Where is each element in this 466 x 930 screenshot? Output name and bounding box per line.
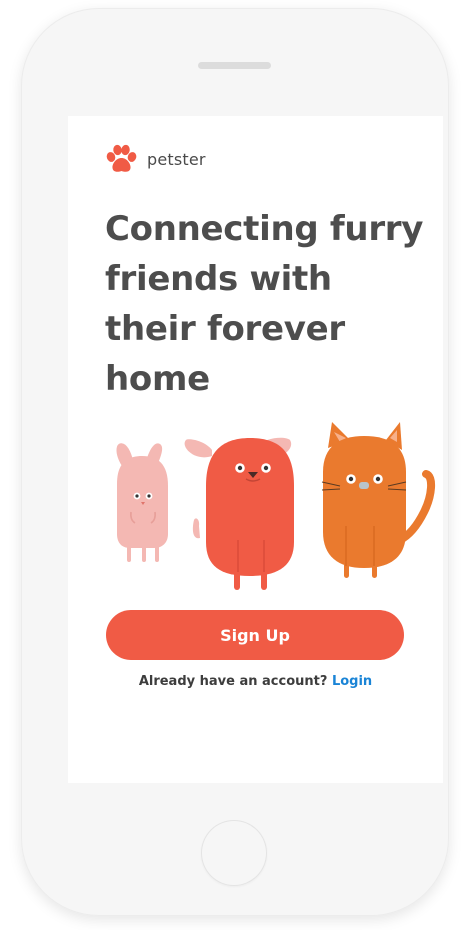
login-prompt-row: Already have an account? Login [68,674,443,689]
brand-header: petster [105,144,206,174]
brand-name: petster [147,149,206,169]
phone-frame: petster Connecting furry friends with th… [21,8,449,916]
app-screen: petster Connecting furry friends with th… [68,116,443,783]
login-link[interactable]: Login [332,674,372,689]
paw-icon [106,144,137,172]
dog-illustration [184,437,294,590]
bunny-illustration [116,443,168,562]
sign-up-button[interactable]: Sign Up [106,610,404,660]
phone-speaker [198,62,271,69]
cat-illustration [321,422,435,578]
login-prompt-text: Already have an account? [138,674,328,689]
animals-illustration [116,422,435,590]
phone-home-button[interactable] [201,820,267,886]
hero-headline: Connecting furry friends with their fore… [105,209,424,399]
